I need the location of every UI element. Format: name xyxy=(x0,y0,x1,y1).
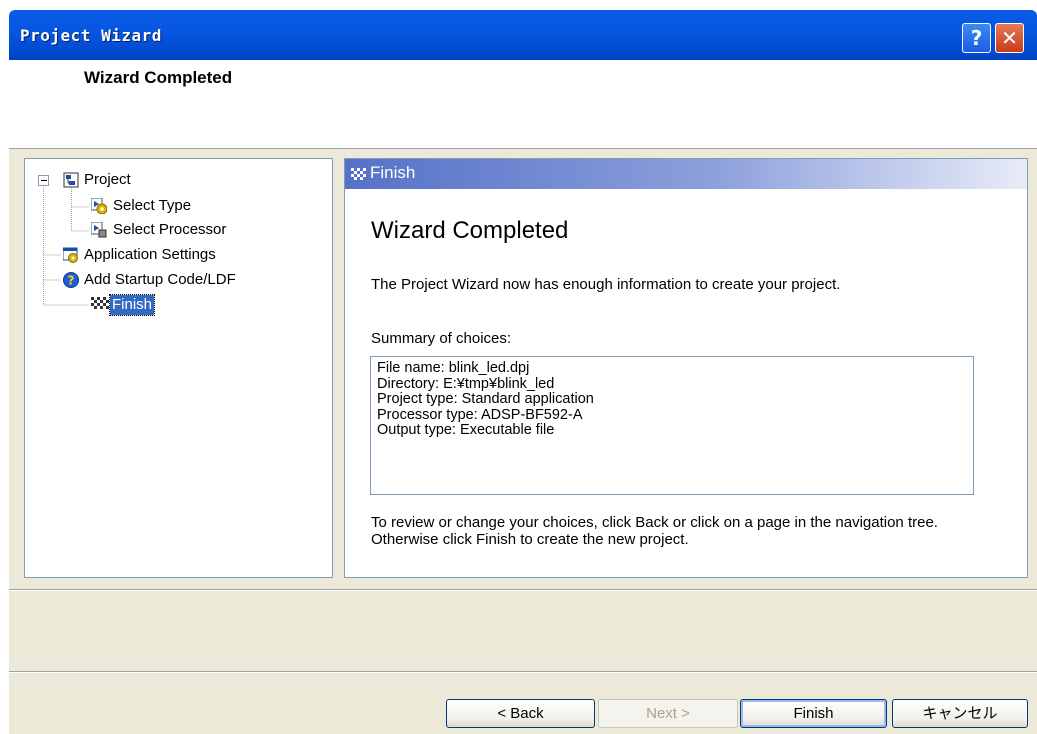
finish-button[interactable]: Finish xyxy=(740,699,887,728)
title-bar[interactable]: Project Wizard ? ✕ xyxy=(9,10,1037,60)
cancel-button[interactable]: キャンセル xyxy=(892,699,1028,728)
tree-item-select-type[interactable]: Select Type xyxy=(113,196,191,216)
header-title: Wizard Completed xyxy=(84,68,233,87)
project-icon xyxy=(63,172,79,188)
summary-line: File name: blink_led.dpj xyxy=(377,360,530,376)
tree-item-add-startup-code[interactable]: Add Startup Code/LDF xyxy=(84,270,236,290)
next-button[interactable]: Next > xyxy=(598,699,738,728)
tree-item-application-settings[interactable]: Application Settings xyxy=(84,245,216,265)
close-icon: ✕ xyxy=(1001,26,1018,50)
panel-header: Finish xyxy=(345,159,1027,189)
help-question-icon: ? xyxy=(63,272,79,288)
tree-item-select-processor[interactable]: Select Processor xyxy=(113,220,226,240)
close-button[interactable]: ✕ xyxy=(995,23,1024,53)
review-instructions: To review or change your choices, click … xyxy=(371,514,938,548)
intro-text: The Project Wizard now has enough inform… xyxy=(371,276,841,293)
application-settings-icon xyxy=(62,247,79,263)
wizard-header: Wizard Completed xyxy=(9,60,1037,149)
checkered-flag-icon xyxy=(91,297,109,313)
project-wizard-window: Project Wizard ? ✕ Wizard Completed Proj… xyxy=(0,0,1037,734)
select-type-icon xyxy=(90,197,108,215)
summary-line: Processor type: ADSP-BF592-A xyxy=(377,406,583,423)
svg-text:?: ? xyxy=(68,274,75,288)
summary-line: Output type: Executable file xyxy=(377,422,555,438)
divider xyxy=(9,589,1037,591)
checkered-flag-icon xyxy=(351,167,367,185)
wizard-heading: Wizard Completed xyxy=(371,217,569,244)
divider xyxy=(9,671,1037,673)
window-left-edge xyxy=(0,0,9,734)
dialog-body: Project Select Type Select Processor App… xyxy=(9,149,1037,734)
select-processor-icon xyxy=(90,221,107,238)
summary-line: Directory: E:¥tmp¥blink_led xyxy=(377,375,555,392)
tree-item-finish[interactable]: Finish xyxy=(108,294,156,316)
content-panel: Finish Wizard Completed The Project Wiza… xyxy=(344,158,1028,578)
window-title: Project Wizard xyxy=(20,26,162,45)
back-button[interactable]: < Back xyxy=(446,699,595,728)
summary-label: Summary of choices: xyxy=(371,330,512,347)
help-icon: ? xyxy=(970,26,983,50)
tree-item-project[interactable]: Project xyxy=(84,170,131,190)
panel-header-title: Finish xyxy=(370,163,416,182)
help-button[interactable]: ? xyxy=(962,23,991,53)
navigation-tree[interactable]: Project Select Type Select Processor App… xyxy=(24,158,333,578)
summary-line: Project type: Standard application xyxy=(377,391,594,407)
summary-textbox[interactable]: File name: blink_led.dpj Directory: E:¥t… xyxy=(370,356,974,495)
